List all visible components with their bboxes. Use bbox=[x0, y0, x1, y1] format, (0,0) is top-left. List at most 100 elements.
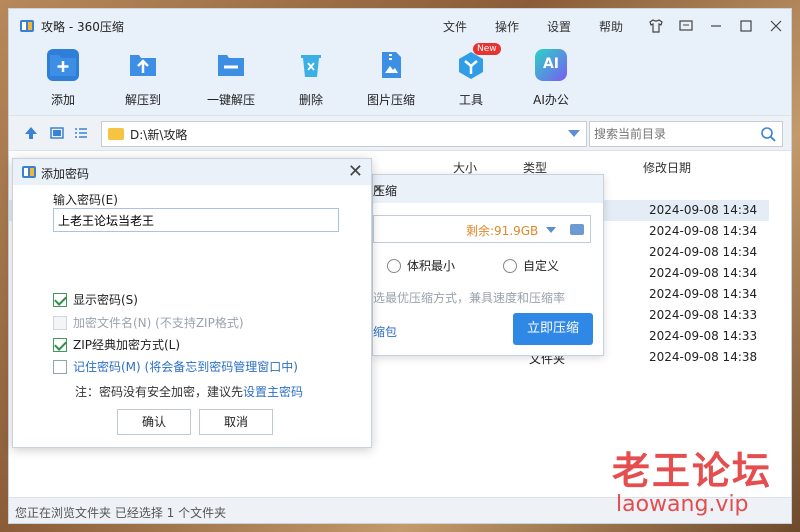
row-date: 2024-09-08 14:34 bbox=[649, 245, 758, 259]
add-icon bbox=[47, 49, 79, 81]
close-icon[interactable] bbox=[761, 9, 791, 43]
row-date: 2024-09-08 14:34 bbox=[649, 224, 758, 238]
window-controls bbox=[641, 9, 791, 43]
add-button[interactable]: 添加 bbox=[27, 49, 99, 108]
tools-label: 工具 bbox=[458, 93, 483, 107]
row-date: 2024-09-08 14:34 bbox=[649, 203, 758, 217]
show-password-checkbox[interactable]: 显示密码(S) bbox=[53, 291, 138, 308]
image-compress-button[interactable]: 图片压缩 bbox=[355, 49, 427, 108]
search-icon[interactable] bbox=[760, 126, 776, 142]
compress-dialog: 压缩 ✕ 剩余:91.9GB 体积最小 自定义 选最优压缩方式，兼具速度和压缩率… bbox=[372, 174, 604, 356]
feedback-icon[interactable] bbox=[671, 9, 701, 43]
password-dialog-titlebar: 添加密码 ✕ bbox=[13, 159, 371, 185]
up-arrow-icon[interactable] bbox=[23, 126, 39, 142]
title-bar: 攻略 - 360压缩 文件 操作 设置 帮助 bbox=[9, 9, 791, 43]
toolbar: 添加 解压到 一键解压 删除 图片压缩 New 工具 AI AI办公 bbox=[9, 43, 791, 115]
new-badge: New bbox=[473, 43, 501, 55]
radio-circle bbox=[503, 258, 517, 273]
password-note: 注：密码没有安全加密，建议先设置主密码 bbox=[75, 383, 303, 400]
password-label: 输入密码(E) bbox=[53, 193, 118, 207]
password-dialog-title: 添加密码 bbox=[41, 167, 90, 181]
row-date: 2024-09-08 14:38 bbox=[649, 350, 758, 364]
one-click-extract-label: 一键解压 bbox=[206, 93, 255, 107]
radio-circle bbox=[387, 258, 401, 273]
encrypt-filenames-label: 加密文件名(N) (不支持ZIP格式) bbox=[73, 316, 244, 330]
checkbox-checked-icon bbox=[53, 337, 67, 352]
add-label: 添加 bbox=[50, 93, 75, 107]
folder-icon bbox=[108, 128, 124, 140]
delete-icon bbox=[295, 49, 327, 81]
image-compress-icon bbox=[375, 49, 407, 81]
status-text: 您正在浏览文件夹 已经选择 1 个文件夹 bbox=[15, 506, 227, 520]
row-date: 2024-09-08 14:34 bbox=[649, 287, 758, 301]
zip-classic-label: ZIP经典加密方式(L) bbox=[73, 338, 181, 352]
ok-button[interactable]: 确认 bbox=[117, 409, 191, 435]
list-view-icon[interactable] bbox=[73, 126, 89, 142]
menu-bar: 文件 操作 设置 帮助 bbox=[443, 18, 651, 35]
thumbnail-view-icon[interactable] bbox=[49, 126, 65, 142]
set-master-password-link[interactable]: 设置主密码 bbox=[243, 385, 303, 399]
watermark-url: laowang.vip bbox=[616, 492, 749, 517]
watermark-title: 老王论坛 bbox=[612, 449, 773, 493]
minimize-icon[interactable] bbox=[701, 9, 731, 43]
radio-smallest[interactable]: 体积最小 bbox=[387, 257, 455, 274]
search-box bbox=[589, 121, 783, 147]
compress-path-field[interactable]: 剩余:91.9GB bbox=[373, 215, 591, 243]
show-password-label: 显示密码(S) bbox=[73, 293, 138, 307]
extract-to-icon bbox=[127, 49, 159, 81]
menu-file[interactable]: 文件 bbox=[443, 18, 495, 35]
checkbox-disabled-icon bbox=[53, 315, 67, 330]
ai-glyph: AI bbox=[542, 56, 560, 72]
radio-smallest-label: 体积最小 bbox=[407, 259, 456, 273]
encrypt-filenames-checkbox: 加密文件名(N) (不支持ZIP格式) bbox=[53, 314, 244, 331]
compress-description: 选最优压缩方式，兼具速度和压缩率 bbox=[373, 291, 566, 305]
pack-link[interactable]: 缩包 bbox=[373, 323, 397, 340]
column-modified[interactable]: 修改日期 bbox=[643, 159, 691, 176]
radio-custom-label: 自定义 bbox=[523, 259, 560, 273]
add-password-dialog: 添加密码 ✕ 输入密码(E) 显示密码(S) 加密文件名(N) (不支持ZIP格… bbox=[12, 158, 372, 448]
remember-password-checkbox[interactable]: 记住密码(M) (将会备忘到密码管理窗口中) bbox=[53, 358, 298, 375]
app-logo-icon bbox=[22, 166, 36, 178]
zip-classic-checkbox[interactable]: ZIP经典加密方式(L) bbox=[53, 336, 180, 353]
close-icon[interactable]: ✕ bbox=[373, 182, 595, 196]
window-title: 攻略 - 360压缩 bbox=[41, 20, 124, 34]
extract-to-button[interactable]: 解压到 bbox=[107, 49, 179, 108]
menu-operation[interactable]: 操作 bbox=[495, 18, 547, 35]
delete-label: 删除 bbox=[298, 93, 323, 107]
app-logo-icon bbox=[20, 20, 34, 32]
delete-button[interactable]: 删除 bbox=[275, 49, 347, 108]
row-date: 2024-09-08 14:34 bbox=[649, 266, 758, 280]
free-space: 剩余:91.9GB bbox=[466, 224, 539, 238]
address-row: D:\新\攻略 bbox=[9, 115, 791, 151]
close-icon[interactable]: ✕ bbox=[348, 161, 363, 182]
address-bar[interactable]: D:\新\攻略 bbox=[101, 121, 587, 147]
tools-icon: New bbox=[455, 43, 501, 81]
row-date: 2024-09-08 14:33 bbox=[649, 308, 758, 322]
ai-office-label: AI办公 bbox=[533, 93, 569, 107]
maximize-icon[interactable] bbox=[731, 9, 761, 43]
ai-office-button[interactable]: AI AI办公 bbox=[515, 49, 587, 108]
one-click-extract-icon bbox=[215, 49, 247, 81]
tools-button[interactable]: New 工具 bbox=[435, 43, 507, 108]
chevron-down-icon[interactable] bbox=[546, 227, 556, 233]
image-compress-label: 图片压缩 bbox=[366, 93, 415, 107]
row-date: 2024-09-08 14:33 bbox=[649, 329, 758, 343]
skin-shirt-icon[interactable] bbox=[641, 9, 671, 43]
extract-to-label: 解压到 bbox=[124, 93, 161, 107]
checkbox-checked-icon bbox=[53, 292, 67, 307]
search-input[interactable] bbox=[590, 122, 750, 146]
one-click-extract-button[interactable]: 一键解压 bbox=[195, 49, 267, 108]
start-compress-button[interactable]: 立即压缩 bbox=[513, 313, 593, 345]
ai-office-icon: AI bbox=[535, 49, 567, 81]
password-input[interactable] bbox=[53, 208, 339, 232]
compress-dialog-titlebar: 压缩 ✕ bbox=[373, 175, 603, 203]
remember-password-label: 记住密码(M) (将会备忘到密码管理窗口中) bbox=[73, 360, 298, 374]
address-path: D:\新\攻略 bbox=[130, 127, 188, 142]
menu-settings[interactable]: 设置 bbox=[547, 18, 599, 35]
cancel-button[interactable]: 取消 bbox=[199, 409, 273, 435]
chevron-down-icon[interactable] bbox=[568, 130, 580, 137]
radio-custom[interactable]: 自定义 bbox=[503, 257, 559, 274]
note-text: 注：密码没有安全加密，建议先 bbox=[75, 385, 244, 399]
folder-icon[interactable] bbox=[570, 224, 584, 235]
checkbox-unchecked-icon bbox=[53, 359, 67, 374]
